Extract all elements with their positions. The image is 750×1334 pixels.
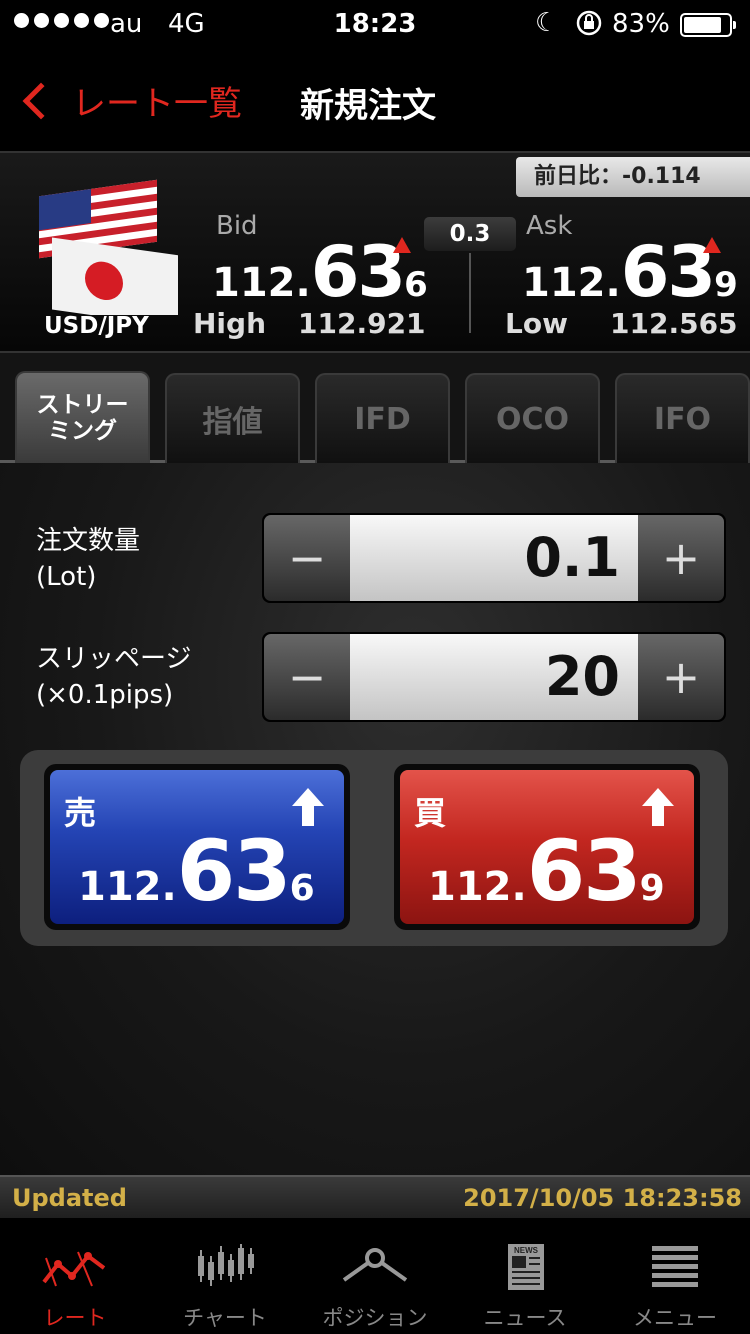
battery-icon [680,13,736,37]
buy-button[interactable]: 買 112.639 [394,764,700,930]
bid-up-arrow-icon [393,237,411,253]
chart-icon [198,1244,254,1286]
tabbar-label-chart: チャート [183,1306,267,1330]
tabbar-item-rate[interactable]: レート [0,1218,150,1334]
trade-buttons-panel: 売 112.636 買 112.639 [20,750,728,946]
do-not-disturb-icon: ☾ [535,8,559,38]
slippage-label-text: スリッページ [36,644,192,674]
tab-oco[interactable]: OCO [465,373,600,463]
news-icon: NEWS [508,1244,544,1290]
ask-up-arrow-icon [703,237,721,253]
quantity-unit: (Lot) [36,562,97,592]
tab-limit[interactable]: 指値 [165,373,300,463]
updated-label: Updated [12,1184,127,1212]
rate-icon [42,1251,106,1287]
chevron-left-icon [22,82,60,119]
sell-price: 112.636 [78,822,315,920]
sell-price-main: 63 [176,822,292,920]
svg-text:NEWS: NEWS [514,1246,539,1255]
bottom-tab-bar: レート チャート ポジション NEWS ニュース メニュー [0,1218,750,1334]
tabbar-label-menu: メニュー [633,1306,717,1330]
tabbar-label-rate: レート [43,1306,107,1330]
back-label: レート一覧 [72,84,242,124]
buy-price-prefix: 112. [428,864,527,910]
slippage-increase-button[interactable]: + [638,634,724,720]
slippage-input[interactable]: 20 [350,634,638,720]
buy-price-suffix: 9 [639,868,665,909]
sell-price-suffix: 6 [289,868,315,909]
ask-price-main: 63 [620,231,716,313]
ask-price-prefix: 112. [522,260,621,306]
status-bar: au 4G 18:23 ☾ 83% [0,0,750,50]
tabbar-item-menu[interactable]: メニュー [600,1218,750,1334]
battery-percent: 83% [612,9,670,39]
navigation-bar: レート一覧 新規注文 [0,50,750,153]
page-title: 新規注文 [300,86,436,126]
tabbar-item-news[interactable]: NEWS ニュース [450,1218,600,1334]
currency-pair: USD/JPY [44,313,149,339]
buy-price-main: 63 [526,822,642,920]
sell-price-prefix: 112. [78,864,177,910]
position-icon [342,1248,408,1282]
tabbar-label-position: ポジション [322,1306,428,1330]
tab-streaming-label: ストリー ミング [36,392,129,444]
tab-streaming[interactable]: ストリー ミング [15,371,150,463]
price-divider [469,253,471,333]
bid-price-main: 63 [310,231,406,313]
low-label: Low [505,307,568,340]
tab-ifo[interactable]: IFO [615,373,750,463]
tab-ifd[interactable]: IFD [315,373,450,463]
low-value: 112.565 [610,307,738,340]
tabbar-item-chart[interactable]: チャート [150,1218,300,1334]
high-value: 112.921 [298,307,426,340]
ask-price-suffix: 9 [714,265,738,305]
slippage-label: スリッページ (×0.1pips) [36,641,191,713]
bid-price-suffix: 6 [404,265,428,305]
back-button[interactable]: レート一覧 [18,76,242,125]
updated-timestamp: 2017/10/05 18:23:58 [463,1184,742,1212]
quantity-decrease-button[interactable]: − [264,515,350,601]
tabbar-label-news: ニュース [483,1306,567,1330]
slippage-stepper: − 20 + [262,632,726,722]
day-change: 前日比：-0.114 [516,157,750,197]
order-form: 注文数量 (Lot) − 0.1 + スリッページ (×0.1pips) − 2… [0,463,750,1175]
usd-jpy-flag-icon [39,179,178,315]
quantity-label: 注文数量 (Lot) [36,523,140,595]
battery-level [684,17,721,33]
bid-price-prefix: 112. [212,260,311,306]
order-type-tabs: ストリー ミング 指値 IFD OCO IFO [0,353,750,463]
tabbar-item-position[interactable]: ポジション [300,1218,450,1334]
rotation-lock-icon [574,8,604,45]
sell-button[interactable]: 売 112.636 [44,764,350,930]
updated-bar: Updated 2017/10/05 18:23:58 [0,1175,750,1218]
quantity-stepper: − 0.1 + [262,513,726,603]
quantity-label-text: 注文数量 [36,526,141,556]
spread-badge: 0.3 [424,217,516,251]
high-label: High [193,307,267,340]
slippage-unit: (×0.1pips) [36,680,174,710]
slippage-decrease-button[interactable]: − [264,634,350,720]
quantity-input[interactable]: 0.1 [350,515,638,601]
buy-price: 112.639 [428,822,665,920]
rate-panel: 前日比：-0.114 USD/JPY Bid 112.636 0.3 Ask 1… [0,153,750,353]
menu-icon [652,1246,698,1287]
quantity-increase-button[interactable]: + [638,515,724,601]
